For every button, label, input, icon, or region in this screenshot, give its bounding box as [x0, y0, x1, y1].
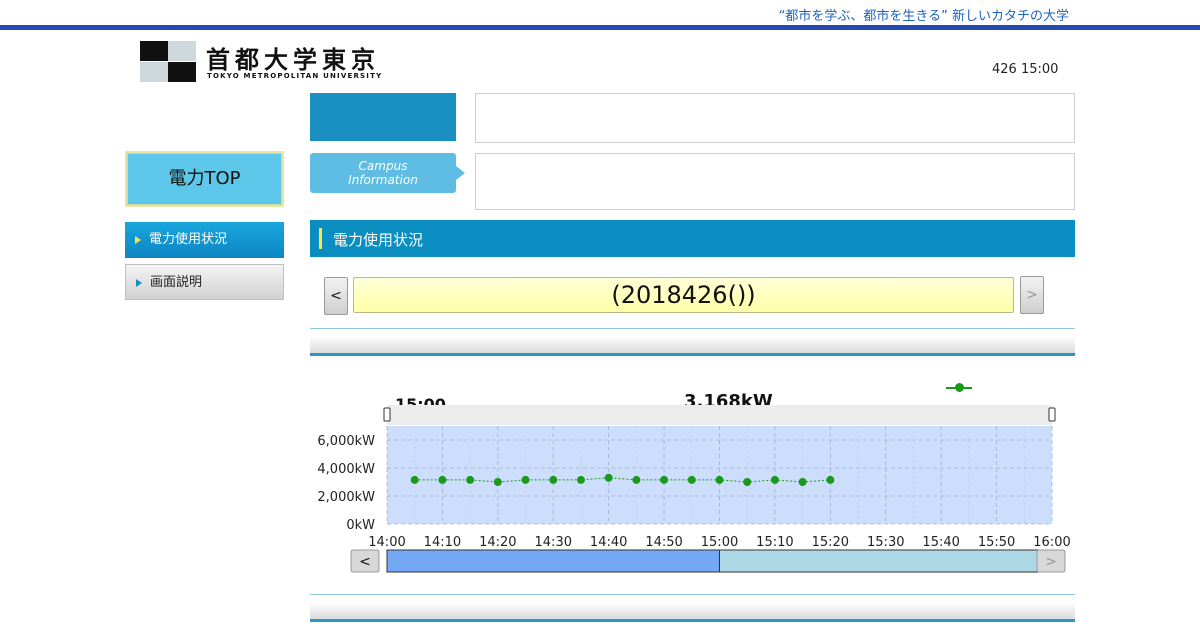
y-tick-label: 4,000kW [317, 462, 375, 477]
logo-text-en: TOKYO METROPOLITAN UNIVERSITY [207, 72, 383, 80]
chart-prev-button-label: < [359, 554, 371, 570]
header-bar [0, 25, 1200, 30]
campus-tab-arrow-icon [456, 166, 465, 180]
data-point[interactable] [798, 478, 807, 486]
data-point[interactable] [521, 475, 530, 484]
x-tick-label: 15:40 [922, 535, 959, 550]
current-datetime: 426 15:00 [992, 62, 1059, 77]
data-point[interactable] [549, 475, 558, 484]
triangle-right-icon [135, 236, 141, 244]
power-top-button[interactable]: 電力TOP [125, 151, 284, 207]
sidebar-item-power-usage[interactable]: 電力使用状況 [125, 222, 284, 258]
chart-next-button-label: > [1045, 554, 1057, 570]
data-point[interactable] [687, 475, 696, 484]
x-tick-label: 14:50 [645, 535, 682, 550]
navigator-handle-right[interactable] [1048, 407, 1056, 422]
sidebar-item-screen-help[interactable]: 画面説明 [125, 264, 284, 300]
previous-day-button[interactable]: < [324, 277, 348, 315]
date-display: (2018426()) [353, 277, 1014, 313]
x-tick-label: 14:00 [368, 535, 405, 550]
data-point[interactable] [770, 475, 779, 484]
campus-information-tab[interactable]: Campus Information [310, 153, 456, 193]
next-day-button[interactable]: > [1020, 276, 1044, 314]
band-separator [310, 602, 1075, 620]
data-point[interactable] [826, 475, 835, 484]
navigator-handle-left[interactable] [383, 407, 391, 422]
logo-text-jp: 首都大学東京 [206, 46, 380, 74]
x-tick-label: 14:10 [424, 535, 461, 550]
data-point[interactable] [660, 475, 669, 484]
x-tick-label: 15:00 [701, 535, 738, 550]
data-point[interactable] [632, 475, 641, 484]
data-point[interactable] [410, 475, 419, 484]
y-tick-label: 6,000kW [317, 434, 375, 449]
y-tick-label: 0kW [346, 518, 375, 533]
tagline: “都市を学ぶ、都市を生きる” 新しいカタチの大学 [778, 9, 1069, 24]
data-point[interactable] [715, 475, 724, 484]
triangle-right-icon [136, 279, 142, 287]
y-tick-label: 2,000kW [317, 490, 375, 505]
divider [310, 594, 1075, 595]
x-tick-label: 14:20 [479, 535, 516, 550]
band-separator-line [310, 619, 1075, 622]
campus-tab-line2: Information [348, 173, 418, 187]
divider [310, 328, 1075, 329]
x-tick-label: 14:40 [590, 535, 627, 550]
data-point[interactable] [438, 475, 447, 484]
section-header [310, 220, 1075, 257]
x-tick-label: 15:30 [867, 535, 904, 550]
power-usage-chart: 14:00 14:10 14:20 14:30 14:40 14:50 15:00 15:10… [317, 405, 1071, 573]
scrollbar-thumb[interactable] [386, 549, 720, 573]
band-separator [310, 336, 1075, 354]
section-title: 電力使用状況 [333, 231, 424, 249]
x-tick-label: 14:30 [535, 535, 572, 550]
section-marker [319, 228, 322, 249]
campus-tab-line1: Campus [358, 159, 408, 173]
navigator-strip [387, 405, 1052, 425]
data-point[interactable] [743, 478, 752, 486]
x-tick-label: 15:20 [812, 535, 849, 550]
x-tick-label: 15:10 [756, 535, 793, 550]
x-tick-label: 16:00 [1033, 535, 1070, 550]
legend-dot-marker [955, 383, 964, 392]
x-tick-label: 15:50 [978, 535, 1015, 550]
data-point[interactable] [466, 475, 475, 484]
sidebar-item-label: 画面説明 [150, 275, 203, 290]
campus-info-box [475, 153, 1075, 210]
data-point[interactable] [493, 478, 502, 486]
band-separator-line [310, 353, 1075, 356]
info-header-block [310, 93, 456, 141]
data-point[interactable] [576, 475, 585, 484]
data-point[interactable] [604, 473, 613, 482]
sidebar-item-label: 電力使用状況 [149, 232, 228, 247]
info-box [475, 93, 1075, 143]
